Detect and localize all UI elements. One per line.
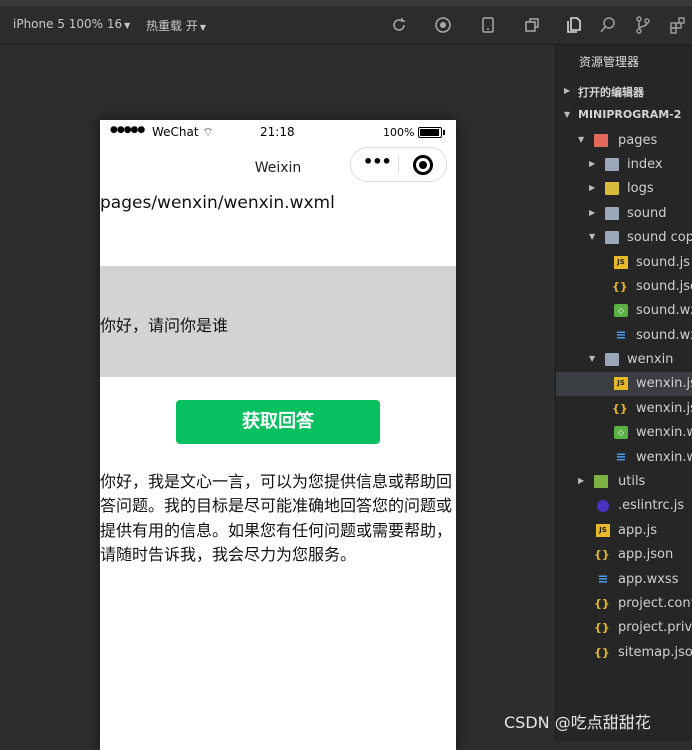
simulator-area: ●●●●● WeChat ⌔ 21:18 100% Weixin ••• pag… — [0, 45, 555, 750]
tree-item[interactable]: .eslintrc.js — [556, 494, 692, 518]
json-file-icon: {} — [594, 597, 610, 610]
more-icon[interactable]: ••• — [363, 152, 392, 171]
folder-logs-icon — [605, 182, 619, 195]
tree-item[interactable]: ▼ pages — [556, 129, 692, 153]
hot-reload-label: 热重载 开 — [146, 19, 198, 33]
tree-item[interactable]: {} wenxin.js — [556, 397, 692, 421]
wxss-file-icon: ≡ — [615, 450, 627, 465]
explorer-title: 资源管理器 — [579, 55, 640, 69]
stop-icon[interactable] — [434, 16, 452, 34]
folder-pages-icon — [594, 134, 608, 147]
source-control-icon[interactable] — [633, 15, 653, 35]
chevron-down-icon: ▼ — [589, 354, 596, 363]
js-file-icon: JS — [614, 377, 628, 390]
question-box: 你好，请问你是谁 — [100, 266, 456, 377]
open-editors-section[interactable]: ▶ 打开的编辑器 — [556, 80, 692, 104]
refresh-icon[interactable] — [390, 16, 408, 34]
tree-item[interactable]: ≡ wenxin.w — [556, 446, 692, 470]
copy-window-icon[interactable] — [523, 16, 541, 34]
tree-item[interactable]: ▶ sound — [556, 202, 692, 226]
explorer-panel: 资源管理器 ▶ 打开的编辑器 ▼ MINIPROGRAM-2 ▼ pages ▶… — [555, 45, 692, 741]
tree-item[interactable]: ◇ wenxin.w — [556, 421, 692, 445]
answer-text: 你好，我是文心一言，可以为您提供信息或帮助回答问题。我的目标是尽可能准确地回答您… — [100, 472, 453, 565]
wxss-file-icon: ≡ — [615, 328, 627, 343]
battery-percent: 100% — [383, 126, 415, 139]
eslint-file-icon — [597, 500, 609, 512]
wxss-file-icon: ≡ — [597, 572, 609, 587]
chevron-down-icon: ▼ — [564, 110, 571, 119]
tree-item[interactable]: JS wenxin.js — [556, 372, 692, 396]
csdn-watermark: CSDN @吃点甜甜花 — [504, 713, 651, 732]
phone-preview-icon[interactable] — [479, 16, 497, 34]
chevron-right-icon: ▶ — [589, 208, 596, 217]
tree-item[interactable]: ▶ logs — [556, 177, 692, 201]
device-selector[interactable]: iPhone 5 100% 16 ▼ — [13, 17, 130, 31]
hot-reload-toggle[interactable]: 热重载 开 ▼ — [146, 17, 206, 34]
get-answer-button[interactable]: 获取回答 — [176, 400, 380, 444]
json-file-icon: {} — [594, 548, 610, 561]
chevron-down-icon: ▼ — [578, 135, 585, 144]
chevron-right-icon: ▶ — [578, 476, 585, 485]
chevron-down-icon: ▼ — [199, 23, 206, 32]
project-section[interactable]: ▼ MINIPROGRAM-2 — [556, 104, 692, 128]
wxml-file-icon: ◇ — [614, 304, 628, 317]
device-selector-label: iPhone 5 100% 16 — [13, 17, 123, 31]
tree-item[interactable]: {} project.priva — [556, 616, 692, 640]
json-file-icon: {} — [612, 280, 628, 293]
tree-item[interactable]: ▼ wenxin — [556, 348, 692, 372]
tree-item[interactable]: ▶ utils — [556, 470, 692, 494]
battery-icon — [418, 127, 445, 138]
wxml-file-icon: ◇ — [614, 426, 628, 439]
folder-open-icon — [605, 231, 619, 244]
tree-item[interactable]: ≡ sound.wx — [556, 324, 692, 348]
tree-item[interactable]: {} sound.jso — [556, 275, 692, 299]
json-file-icon: {} — [594, 646, 610, 659]
activity-bar — [555, 6, 692, 45]
tree-item[interactable]: ◇ sound.wx — [556, 299, 692, 323]
chevron-down-icon: ▼ — [124, 21, 131, 30]
status-bar: ●●●●● WeChat ⌔ 21:18 100% — [100, 120, 456, 144]
capsule-divider — [398, 156, 399, 173]
signal-icon: ●●●●● — [110, 125, 145, 135]
chevron-right-icon: ▶ — [589, 183, 596, 192]
tree-item[interactable]: ▼ sound cop — [556, 226, 692, 250]
question-text: 你好，请问你是谁 — [100, 316, 229, 335]
tree-item[interactable]: {} project.conf — [556, 592, 692, 616]
tree-item[interactable]: ≡ app.wxss — [556, 568, 692, 592]
js-file-icon: JS — [596, 524, 610, 537]
folder-icon — [605, 158, 619, 171]
folder-icon — [605, 207, 619, 220]
folder-open-icon — [605, 353, 619, 366]
status-time: 21:18 — [260, 125, 295, 139]
search-icon[interactable] — [598, 15, 618, 35]
tree-item[interactable]: {} sitemap.json — [556, 641, 692, 665]
close-miniprogram-icon[interactable] — [413, 155, 433, 175]
tree-item[interactable]: {} app.json — [556, 543, 692, 567]
folder-utils-icon — [594, 475, 608, 488]
phone-screen: ●●●●● WeChat ⌔ 21:18 100% Weixin ••• pag… — [100, 120, 456, 750]
json-file-icon: {} — [594, 621, 610, 634]
json-file-icon: {} — [612, 402, 628, 415]
menu-capsule: ••• — [350, 147, 447, 182]
page-path-text: pages/wenxin/wenxin.wxml — [100, 193, 335, 213]
explorer-files-icon[interactable] — [564, 15, 584, 35]
tree-item[interactable]: ▶ index — [556, 153, 692, 177]
carrier-label: WeChat ⌔ — [152, 125, 214, 139]
tree-item[interactable]: JS sound.js — [556, 251, 692, 275]
chevron-down-icon: ▼ — [589, 232, 596, 241]
chevron-right-icon: ▶ — [564, 86, 571, 95]
simulator-toolbar: iPhone 5 100% 16 ▼ 热重载 开 ▼ — [0, 6, 555, 45]
extensions-icon[interactable] — [668, 15, 688, 35]
js-file-icon: JS — [614, 256, 628, 269]
wifi-icon: ⌔ — [202, 125, 214, 139]
tree-item[interactable]: JS app.js — [556, 519, 692, 543]
chevron-right-icon: ▶ — [589, 159, 596, 168]
